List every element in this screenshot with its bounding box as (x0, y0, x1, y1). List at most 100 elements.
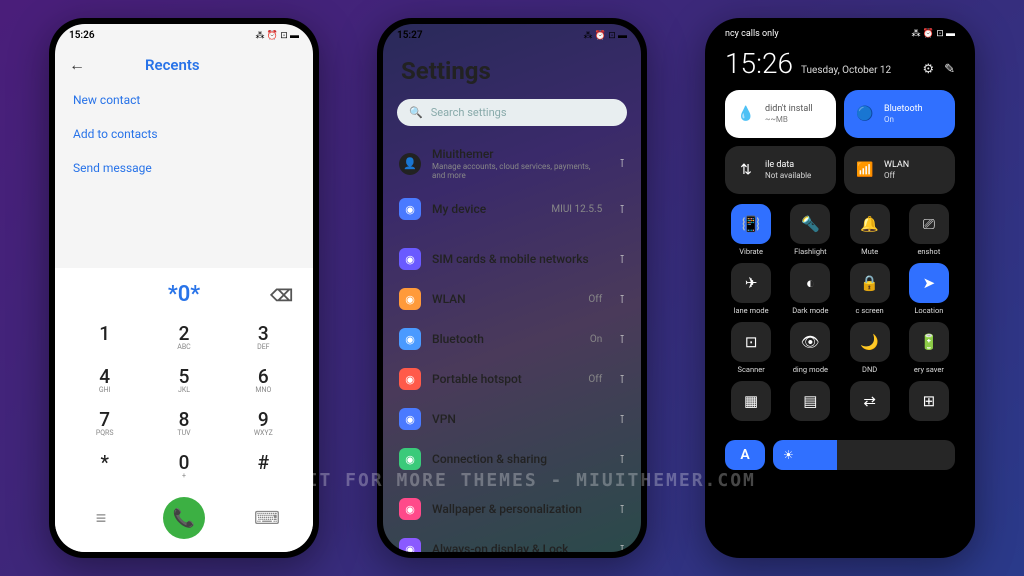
setting-icon: ◉ (399, 408, 421, 430)
key-4[interactable]: 4GHI (65, 358, 144, 401)
chevron-icon: ⊺ (619, 453, 625, 466)
setting-item[interactable]: ◉Portable hotspotOff⊺ (383, 359, 641, 399)
new-contact-link[interactable]: New contact (73, 83, 295, 117)
setting-icon: ◉ (399, 538, 421, 552)
chevron-icon: ⊺ (619, 413, 625, 426)
qs-icon: 🌙 (850, 322, 890, 362)
key-5[interactable]: 5JKL (144, 358, 223, 401)
avatar-icon: 👤 (399, 153, 421, 175)
qs-icon: ◐ (790, 263, 830, 303)
qs-icon: 🔔 (850, 204, 890, 244)
qs-icon: ▤ (790, 381, 830, 421)
setting-item[interactable]: ◉Connection & sharing⊺ (383, 439, 641, 479)
qs-tile[interactable]: 🔵BluetoothOn (844, 90, 955, 138)
brightness-slider[interactable]: ☀ (773, 440, 955, 470)
chevron-icon: ⊺ (619, 157, 625, 170)
send-message-link[interactable]: Send message (73, 151, 295, 185)
edit-icon[interactable]: ✎ (944, 62, 955, 77)
setting-item[interactable]: ◉Always-on display & Lock⊺ (383, 529, 641, 552)
tile-icon: 📶 (854, 159, 876, 181)
key-2[interactable]: 2ABC (144, 315, 223, 358)
setting-icon: ◉ (399, 328, 421, 350)
key-3[interactable]: 3DEF (224, 315, 303, 358)
account-item[interactable]: 👤 Miuithemer Manage accounts, cloud serv… (383, 138, 641, 189)
backspace-icon[interactable]: ⌫ (270, 286, 293, 305)
keyboard-toggle-icon[interactable]: ⌨ (246, 508, 288, 529)
setting-item[interactable]: ◉WLANOff⊺ (383, 279, 641, 319)
chevron-icon: ⊺ (619, 203, 625, 216)
qs-item[interactable]: 🔋ery saver (903, 322, 955, 374)
auto-brightness-button[interactable]: A (725, 440, 765, 470)
setting-icon: ◉ (399, 198, 421, 220)
key-9[interactable]: 9WXYZ (224, 401, 303, 444)
qs-item[interactable]: ⊡Scanner (725, 322, 777, 374)
chevron-icon: ⊺ (619, 543, 625, 553)
setting-item[interactable]: ◉Wallpaper & personalization⊺ (383, 489, 641, 529)
chevron-icon: ⊺ (619, 293, 625, 306)
brightness-icon: ☀ (783, 448, 794, 462)
qs-item[interactable]: ◐Dark mode (784, 263, 836, 315)
tile-icon: ⇅ (735, 159, 757, 181)
key-7[interactable]: 7PQRS (65, 401, 144, 444)
qs-item[interactable]: ⊞ (903, 381, 955, 424)
status-bar: ncy calls only ⁂ ⏰ ⊡ ▬ (711, 24, 969, 43)
qs-icon: 🔒 (850, 263, 890, 303)
settings-icon[interactable]: ⚙ (922, 62, 934, 77)
qs-icon: ⎚ (909, 204, 949, 244)
qs-item[interactable]: ➤Location (903, 263, 955, 315)
status-time: 15:27 (397, 30, 423, 41)
qs-icon: ⊡ (731, 322, 771, 362)
date: Tuesday, October 12 (801, 65, 891, 76)
key-*[interactable]: * (65, 444, 144, 487)
add-contacts-link[interactable]: Add to contacts (73, 117, 295, 151)
clock: 15:26 (725, 47, 793, 80)
qs-item[interactable]: ✈lane mode (725, 263, 777, 315)
qs-item[interactable]: 📳Vibrate (725, 204, 777, 256)
search-icon: 🔍 (409, 106, 423, 119)
status-icons: ⁂ ⏰ ⊡ ▬ (256, 30, 299, 41)
qs-tile[interactable]: ⇅ile dataNot available (725, 146, 836, 194)
back-icon[interactable]: ← (69, 55, 85, 75)
setting-item[interactable]: ◉VPN⊺ (383, 399, 641, 439)
qs-icon: ⇄ (850, 381, 890, 421)
qs-item[interactable]: 🔔Mute (844, 204, 896, 256)
qs-icon: ✈ (731, 263, 771, 303)
call-button[interactable]: 📞 (163, 497, 205, 539)
status-bar: 15:27 ⁂ ⏰ ⊡ ▬ (383, 24, 641, 47)
page-title: Settings (383, 47, 641, 99)
chevron-icon: ⊺ (619, 373, 625, 386)
chevron-icon: ⊺ (619, 503, 625, 516)
qs-item[interactable]: ⇄ (844, 381, 896, 424)
setting-icon: ◉ (399, 248, 421, 270)
qs-item[interactable]: 🔦Flashlight (784, 204, 836, 256)
setting-item[interactable]: ◉SIM cards & mobile networks⊺ (383, 239, 641, 279)
tile-icon: 🔵 (854, 103, 876, 125)
qs-icon: ▦ (731, 381, 771, 421)
qs-item[interactable]: ▤ (784, 381, 836, 424)
key-6[interactable]: 6MNO (224, 358, 303, 401)
qs-tile[interactable]: 💧didn't install~~MB (725, 90, 836, 138)
setting-item[interactable]: ◉BluetoothOn⊺ (383, 319, 641, 359)
qs-icon: ⊞ (909, 381, 949, 421)
key-8[interactable]: 8TUV (144, 401, 223, 444)
status-icons: ⁂ ⏰ ⊡ ▬ (912, 28, 955, 39)
menu-icon[interactable]: ≡ (80, 508, 122, 529)
qs-tile[interactable]: 📶WLANOff (844, 146, 955, 194)
setting-item[interactable]: ◉My deviceMIUI 12.5.5⊺ (383, 189, 641, 229)
qs-item[interactable]: 🌙DND (844, 322, 896, 374)
chevron-icon: ⊺ (619, 333, 625, 346)
search-input[interactable]: 🔍 Search settings (397, 99, 627, 126)
qs-icon: 📳 (731, 204, 771, 244)
key-0[interactable]: 0+ (144, 444, 223, 487)
qs-item[interactable]: 🔒c screen (844, 263, 896, 315)
key-1[interactable]: 1 (65, 315, 144, 358)
tile-icon: 💧 (735, 103, 757, 125)
status-icons: ⁂ ⏰ ⊡ ▬ (584, 30, 627, 41)
key-#[interactable]: # (224, 444, 303, 487)
keypad: 12ABC3DEF 4GHI5JKL6MNO 7PQRS8TUV9WXYZ *0+# (55, 311, 313, 491)
qs-item[interactable]: 👁ding mode (784, 322, 836, 374)
setting-icon: ◉ (399, 288, 421, 310)
qs-item[interactable]: ▦ (725, 381, 777, 424)
qs-item[interactable]: ⎚enshot (903, 204, 955, 256)
qs-icon: ➤ (909, 263, 949, 303)
